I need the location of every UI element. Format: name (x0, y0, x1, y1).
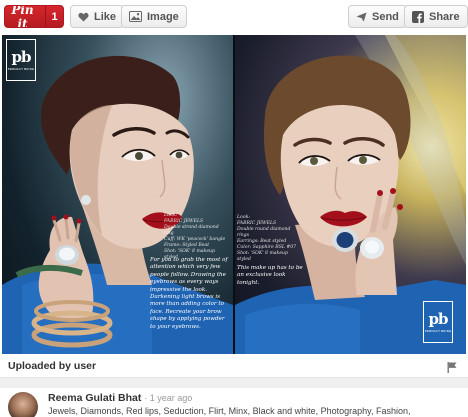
image-icon (129, 11, 142, 22)
comment-timestamp: · 1 year ago (144, 393, 193, 403)
uploaded-by-label: Uploaded by user (8, 360, 97, 372)
send-icon (356, 11, 367, 22)
pin-image[interactable]: pb PERFECT BRIDE Look: FABRIC JEWELS Dou… (2, 35, 466, 354)
left-credits: Look: FABRIC JEWELS Double strand diamon… (164, 213, 226, 260)
comment-author: Reema Gulati Bhat · 1 year ago (48, 392, 192, 404)
logo-subtitle: PERFECT BRIDE (7, 66, 35, 71)
image-label: Image (147, 10, 179, 23)
pin-description: Reema Gulati Bhat · 1 year ago Jewels, D… (0, 388, 468, 417)
pin-card: Pin it 1 Like Image Send Share pb PERFEC… (0, 0, 468, 417)
magazine-page-right: Look: FABRIC JEWELS Double round diamond… (235, 35, 466, 354)
pin-it-button[interactable]: Pin it 1 (4, 5, 64, 28)
magazine-logo-corner: pb PERFECT BRIDE (423, 301, 453, 343)
magazine-logo: pb PERFECT BRIDE (6, 39, 36, 81)
share-button[interactable]: Share (404, 5, 468, 28)
right-copy: This make up has to be an exclusive look… (237, 265, 303, 286)
right-credits: Look: FABRIC JEWELS Double round diamond… (237, 215, 297, 262)
uploaded-bar: Uploaded by user (0, 354, 468, 378)
send-button[interactable]: Send (348, 5, 407, 28)
logo-mark: pb (11, 47, 32, 66)
image-button[interactable]: Image (121, 5, 187, 28)
logo-mark-corner: pb (428, 309, 449, 328)
send-label: Send (372, 10, 399, 23)
magazine-page-left: pb PERFECT BRIDE Look: FABRIC JEWELS Dou… (2, 35, 233, 354)
logo-subtitle-corner: PERFECT BRIDE (424, 328, 452, 333)
share-label: Share (429, 10, 460, 23)
like-label: Like (94, 10, 117, 23)
action-toolbar: Pin it 1 Like Image Send Share (0, 0, 468, 34)
pin-count: 1 (45, 6, 63, 27)
heart-icon (78, 12, 89, 22)
flag-icon[interactable] (447, 360, 457, 378)
author-name[interactable]: Reema Gulati Bhat (48, 392, 141, 404)
facebook-icon (412, 10, 424, 23)
comment-text: Jewels, Diamonds, Red lips, Seduction, F… (48, 406, 411, 416)
section-divider (0, 378, 468, 388)
pin-it-label: Pin it (11, 5, 34, 28)
avatar[interactable] (8, 392, 38, 417)
like-button[interactable]: Like (70, 5, 125, 28)
left-copy: For you to grab the most of attention wh… (150, 257, 228, 330)
